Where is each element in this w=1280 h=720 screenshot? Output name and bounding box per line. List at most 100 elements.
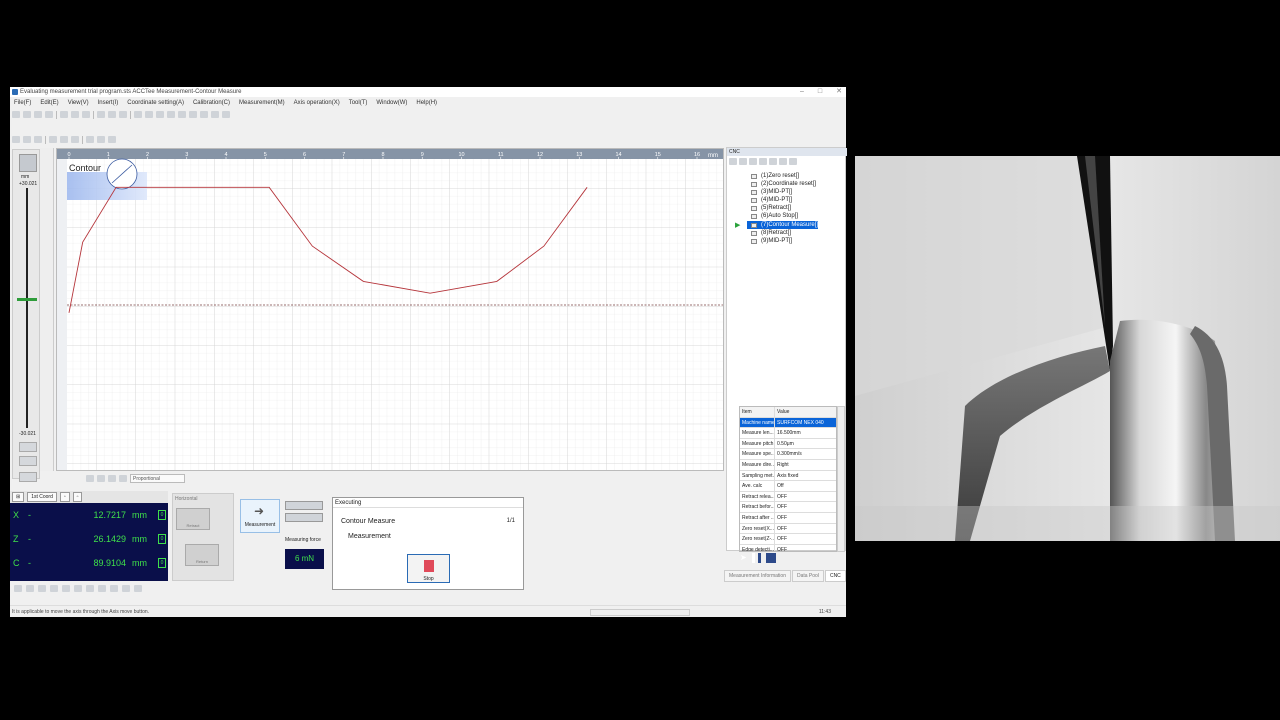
menu-file[interactable]: File(F) xyxy=(14,98,31,108)
scale-mode-select[interactable]: Proportional xyxy=(130,473,185,483)
menu-tool[interactable]: Tool(T) xyxy=(349,98,368,108)
zoom-forward-icon[interactable] xyxy=(119,474,127,482)
property-scrollbar[interactable] xyxy=(837,406,845,552)
menu-measurement[interactable]: Measurement(M) xyxy=(239,98,285,108)
pen-tool-icon[interactable] xyxy=(110,585,118,592)
stop-square-icon[interactable] xyxy=(765,553,776,563)
zero-button[interactable]: 0 xyxy=(158,534,166,544)
open-file-icon[interactable] xyxy=(23,111,31,118)
menu-window[interactable]: Window(W) xyxy=(376,98,407,108)
measurement-button[interactable]: ➜ Measurement xyxy=(240,499,280,533)
menu-coordinate-setting[interactable]: Coordinate setting(A) xyxy=(127,98,184,108)
zoom-in-icon[interactable] xyxy=(167,111,175,118)
maximize-button[interactable]: □ xyxy=(818,87,822,97)
property-row[interactable]: Machine name SURFCOM NEX 040 xyxy=(740,417,836,429)
retract-button[interactable]: Retract xyxy=(176,508,210,530)
angle-icon[interactable] xyxy=(60,136,68,143)
print-icon[interactable] xyxy=(119,111,127,118)
save-icon[interactable] xyxy=(34,111,42,118)
paste-icon[interactable] xyxy=(82,111,90,118)
settings-icon[interactable] xyxy=(156,111,164,118)
cnc-step-item[interactable]: (2)Coordinate reset[] xyxy=(747,180,818,188)
bar-chart-icon[interactable] xyxy=(19,154,37,172)
force-level-high[interactable] xyxy=(285,501,323,510)
property-row[interactable]: Measure len... 16.500mm xyxy=(740,428,836,439)
circle-icon[interactable] xyxy=(23,136,31,143)
zoom-out-icon[interactable] xyxy=(178,111,186,118)
redo-zoom-icon[interactable] xyxy=(97,474,105,482)
copy-step-icon[interactable] xyxy=(769,158,777,165)
cnc-step-item[interactable]: (3)MID-PT[] xyxy=(747,188,818,196)
edit-tool-icon[interactable] xyxy=(74,585,82,592)
find-icon[interactable] xyxy=(789,158,797,165)
coordinate-icon[interactable]: ⊞ xyxy=(12,492,25,502)
menu-edit[interactable]: Edit(E) xyxy=(40,98,58,108)
undo-icon[interactable] xyxy=(97,111,105,118)
ruler-icon[interactable] xyxy=(108,136,116,143)
force-level-low[interactable] xyxy=(285,513,323,522)
coordinate-option2-icon[interactable]: ▫ xyxy=(72,492,83,502)
arc-tool-icon[interactable] xyxy=(38,585,46,592)
cnc-step-item[interactable]: (6)Auto Stop[] xyxy=(747,212,818,220)
step-icon[interactable] xyxy=(145,111,153,118)
cnc-step-item[interactable]: (9)MID-PT[] xyxy=(747,237,818,245)
minimize-button[interactable]: – xyxy=(800,87,804,97)
property-row[interactable]: Retract after ... OFF xyxy=(740,512,836,524)
select-icon[interactable] xyxy=(211,111,219,118)
zero-button[interactable]: 0 xyxy=(158,558,166,568)
property-row[interactable]: Edge detecti... OFF xyxy=(740,544,836,551)
contour-plot[interactable]: 0 1 2 3 4 5 6 7 8 9 10 11 12 13 14 15 16 mm Contour xyxy=(56,148,724,471)
menu-help[interactable]: Help(H) xyxy=(416,98,437,108)
stop-button[interactable]: Stop xyxy=(407,554,450,583)
coordinate-system-tab[interactable]: 1st Coord xyxy=(27,492,57,502)
run-icon[interactable] xyxy=(134,111,142,118)
menu-calibration[interactable]: Calibration(C) xyxy=(193,98,230,108)
return-button[interactable]: Return xyxy=(185,544,219,566)
bottom-tab[interactable]: Measurement Information xyxy=(724,570,791,582)
move-down-icon[interactable] xyxy=(759,158,767,165)
menu-insert[interactable]: Insert(I) xyxy=(98,98,119,108)
dimension-tool-icon[interactable] xyxy=(134,585,142,592)
menu-axis-operation[interactable]: Axis operation(X) xyxy=(294,98,340,108)
pause-button[interactable] xyxy=(751,553,755,563)
zero-button[interactable]: 0 xyxy=(158,510,166,520)
property-row[interactable]: Measure dire... Right xyxy=(740,459,836,471)
gauge-down-button[interactable] xyxy=(19,456,37,466)
save-all-icon[interactable] xyxy=(45,111,53,118)
redo-icon[interactable] xyxy=(108,111,116,118)
pan-icon[interactable] xyxy=(222,111,230,118)
distance-icon[interactable] xyxy=(49,136,57,143)
property-row[interactable]: Zero reset(Z-... OFF xyxy=(740,534,836,545)
bottom-tab[interactable]: CNC xyxy=(824,570,846,582)
zoom-back-icon[interactable] xyxy=(108,474,116,482)
add-step-icon[interactable] xyxy=(729,158,737,165)
gauge-reset-button[interactable] xyxy=(19,472,37,482)
cnc-step-item[interactable]: (7)Contour Measure[] xyxy=(747,220,819,229)
property-row[interactable]: Ave. calc Off xyxy=(740,481,836,492)
grid-icon[interactable] xyxy=(200,111,208,118)
cnc-step-item[interactable]: (4)MID-PT[] xyxy=(747,196,818,204)
property-row[interactable]: Retract relea... OFF xyxy=(740,491,836,503)
remove-step-icon[interactable] xyxy=(739,158,747,165)
point-tool-icon[interactable] xyxy=(14,585,22,592)
text-tool-icon[interactable] xyxy=(98,585,106,592)
copy-icon[interactable] xyxy=(71,111,79,118)
cnc-step-item[interactable]: (1)Zero reset[] xyxy=(747,172,818,180)
undo-zoom-icon[interactable] xyxy=(86,474,94,482)
menu-view[interactable]: View(V) xyxy=(68,98,89,108)
distance-tool-icon[interactable] xyxy=(62,585,70,592)
coordinate-option-icon[interactable]: ▫ xyxy=(59,492,70,502)
radius-icon[interactable] xyxy=(71,136,79,143)
property-row[interactable]: Zero reset(X... OFF xyxy=(740,523,836,535)
close-button[interactable]: ✕ xyxy=(836,87,842,97)
angle-tool-icon[interactable] xyxy=(50,585,58,592)
property-row[interactable]: Measure spe... 0.300mm/s xyxy=(740,449,836,460)
point-icon[interactable] xyxy=(34,136,42,143)
cnc-step-item[interactable]: (5)Retract[] xyxy=(747,204,818,212)
gauge-up-button[interactable] xyxy=(19,442,37,452)
cut-icon[interactable] xyxy=(60,111,68,118)
cnc-step-item[interactable]: (8)Retract[] xyxy=(747,229,818,237)
bottom-tab[interactable]: Data Pool xyxy=(791,570,824,582)
layer-tool-icon[interactable] xyxy=(122,585,130,592)
filter-icon[interactable] xyxy=(97,136,105,143)
